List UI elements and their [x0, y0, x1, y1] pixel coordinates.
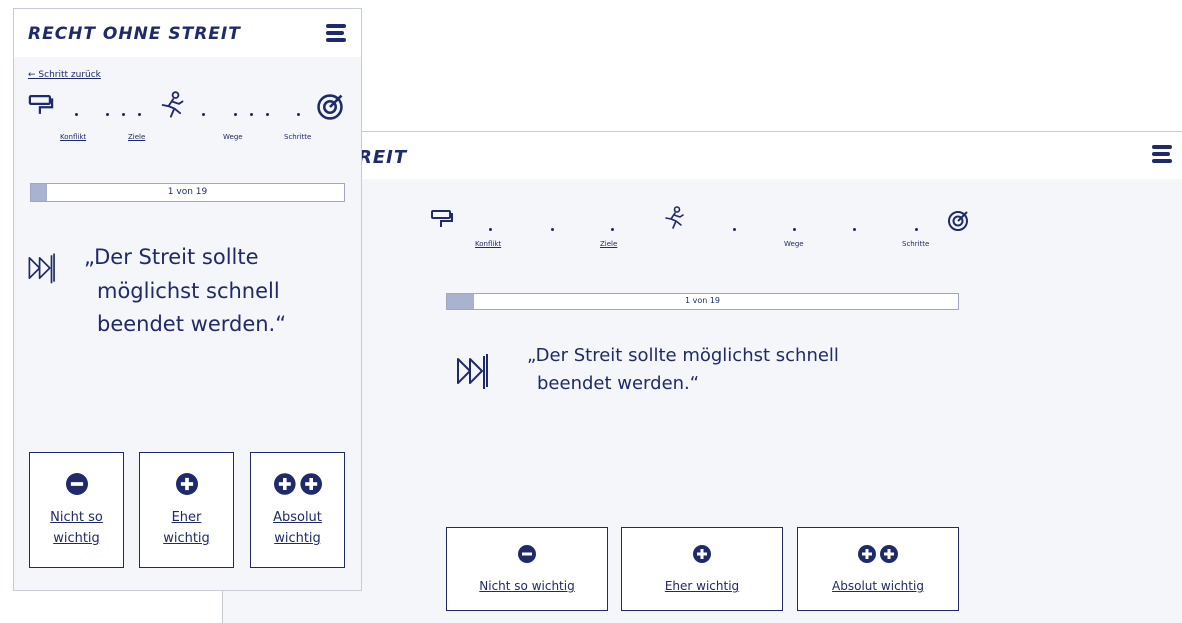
step-dot: [234, 113, 237, 116]
mobile-answer-eher-wichtig[interactable]: Eher wichtig: [139, 452, 234, 568]
mobile-stepper: Konflikt Ziele Wege Schritte: [14, 9, 361, 159]
desktop-view: REIT Konflikt Ziele Wege Schritte 1 von …: [222, 131, 1182, 623]
question-line: „Der Streit sollte möglichst schnell: [527, 345, 839, 366]
double-plus-circle-icon: [798, 545, 958, 567]
runner-icon: [663, 206, 685, 234]
minus-circle-icon: [30, 473, 123, 499]
step-dot: [250, 113, 253, 116]
answer-label-line2: wichtig: [53, 531, 100, 546]
answer-label-line2: wichtig: [274, 531, 321, 546]
answer-label: Eher wichtig: [664, 579, 740, 593]
question-line: beendet werden.“: [97, 312, 287, 337]
minus-circle-icon: [447, 545, 607, 567]
desktop-answer-nicht-so-wichtig[interactable]: Nicht so wichtig: [446, 527, 608, 611]
step-link-konflikt[interactable]: Konflikt: [60, 133, 86, 141]
step-dot: [138, 113, 141, 116]
answer-label-line1: Eher: [171, 510, 202, 525]
double-plus-circle-icon: [251, 473, 344, 499]
paint-roller-icon: [28, 95, 54, 119]
desktop-answer-eher-wichtig[interactable]: Eher wichtig: [621, 527, 783, 611]
step-dot: [266, 113, 269, 116]
desktop-progress-bar: 1 von 19: [446, 293, 959, 310]
step-label-schritte: Schritte: [284, 133, 312, 141]
step-dot: [611, 228, 614, 231]
step-dot: [853, 228, 856, 231]
answer-label-line1: Nicht so: [50, 510, 103, 525]
paint-roller-icon: [431, 210, 453, 232]
step-link-ziele[interactable]: Ziele: [600, 240, 617, 248]
desktop-answer-absolut-wichtig[interactable]: Absolut wichtig: [797, 527, 959, 611]
mobile-progress-bar: 1 von 19: [30, 183, 345, 202]
step-dot: [297, 113, 300, 116]
runner-icon: [159, 91, 185, 123]
answer-label-line2: wichtig: [163, 531, 210, 546]
step-dot: [733, 228, 736, 231]
answer-label: Nicht so wichtig: [479, 579, 575, 593]
step-label-wege: Wege: [784, 240, 804, 248]
step-dot: [915, 228, 918, 231]
desktop-question-text: „Der Streit sollte möglichst schnell bee…: [527, 342, 1007, 398]
progress-text: 1 von 19: [167, 187, 208, 197]
step-dot: [106, 113, 109, 116]
target-icon: [947, 210, 969, 236]
step-dot: [793, 228, 796, 231]
question-line: beendet werden.“: [537, 372, 700, 394]
question-line: möglichst schnell: [97, 278, 280, 303]
step-link-konflikt[interactable]: Konflikt: [475, 240, 501, 248]
target-icon: [316, 93, 344, 125]
step-label-schritte: Schritte: [902, 240, 930, 248]
answer-label: Absolut wichtig: [832, 579, 924, 593]
plus-circle-icon: [140, 473, 233, 499]
answer-label-line1: Absolut: [273, 510, 322, 525]
step-dot: [489, 228, 492, 231]
plus-circle-icon: [622, 545, 782, 567]
mobile-question-text: „Der Streit sollte möglichst schnell bee…: [84, 241, 286, 342]
progress-text: 1 von 19: [684, 296, 721, 305]
skip-question-icon[interactable]: [27, 251, 59, 289]
mobile-answer-absolut-wichtig[interactable]: Absolut wichtig: [250, 452, 345, 568]
mobile-view: RECHT OHNE STREIT ← Schritt zurück Konfl…: [13, 8, 362, 591]
skip-question-icon[interactable]: [456, 351, 492, 395]
step-dot: [551, 228, 554, 231]
step-dot: [122, 113, 125, 116]
step-label-wege: Wege: [223, 133, 243, 141]
step-link-ziele[interactable]: Ziele: [128, 133, 145, 141]
desktop-stepper: Konflikt Ziele Wege Schritte: [223, 132, 1182, 272]
step-dot: [202, 113, 205, 116]
mobile-answer-nicht-so-wichtig[interactable]: Nicht so wichtig: [29, 452, 124, 568]
step-dot: [75, 113, 78, 116]
question-line: „Der Streit sollte: [84, 245, 259, 269]
